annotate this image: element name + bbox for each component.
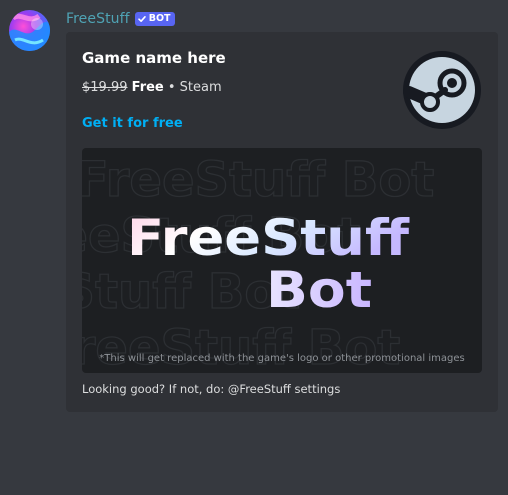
steam-logo-icon: [402, 50, 482, 130]
embed-price-line: $19.99 Free • Steam: [82, 80, 222, 95]
store-name: Steam: [179, 80, 222, 95]
svg-text:FreeStuff Bot: FreeStuff Bot: [82, 320, 400, 373]
bot-tag-label: BOT: [148, 13, 171, 24]
author-avatar[interactable]: [9, 10, 50, 51]
promo-headline-line1: FreeStuff: [127, 209, 410, 267]
bot-tag: BOT: [134, 12, 175, 26]
price-separator: •: [163, 80, 180, 95]
original-price: $19.99: [82, 80, 128, 95]
get-it-for-free-link[interactable]: Get it for free: [82, 116, 183, 131]
svg-text:FreeStuff Bot: FreeStuff Bot: [82, 152, 434, 208]
embed-title: Game name here: [82, 49, 226, 67]
message-header: FreeStuff BOT: [66, 9, 175, 29]
embed-card: Game name here $19.99 Free • Steam Get i…: [66, 32, 498, 412]
current-price: Free: [131, 80, 164, 95]
discord-message-view: FreeStuff BOT Game name here $19.99 Free…: [0, 0, 508, 495]
author-username[interactable]: FreeStuff: [66, 11, 130, 27]
embed-footer-text: Looking good? If not, do: @FreeStuff set…: [82, 382, 341, 396]
embed-promo-image[interactable]: FreeStuff Bot FreeStuff Bot FreeStuff Bo…: [82, 148, 482, 373]
promo-image-caption: *This will get replaced with the game's …: [99, 353, 465, 364]
verified-check-icon: [137, 16, 146, 22]
promo-headline-line2: Bot: [266, 261, 372, 319]
